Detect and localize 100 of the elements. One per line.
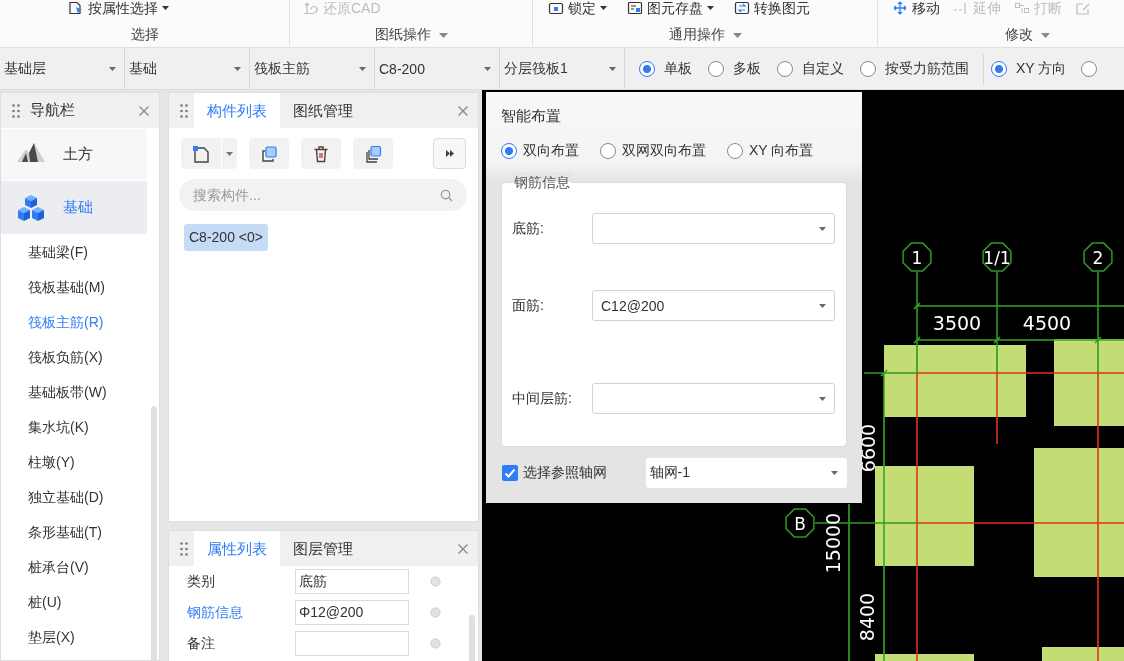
checkbox-label[interactable]: 选择参照轴网 [523, 464, 646, 482]
foundation-block[interactable] [1042, 647, 1124, 661]
more-button[interactable] [433, 138, 466, 169]
dropdown-button[interactable] [222, 138, 237, 169]
tab[interactable]: 构件列表 [194, 93, 280, 128]
tab[interactable]: 图层管理 [280, 531, 366, 566]
close-button[interactable] [458, 544, 468, 554]
foundation-block[interactable] [875, 466, 974, 566]
scrollbar-thumb[interactable] [151, 406, 157, 660]
ribbon-group-label[interactable]: 图纸操作 [374, 26, 448, 44]
dropdown-field[interactable] [592, 213, 835, 244]
copy-to-button[interactable] [353, 138, 393, 169]
caret-icon [732, 32, 742, 38]
dropdown-field[interactable]: 基础层 [0, 48, 125, 89]
dimension-text: 3500 [932, 312, 982, 334]
radio-label[interactable]: 单板 [664, 59, 692, 78]
delete-button[interactable] [301, 138, 341, 169]
checkbox[interactable] [502, 465, 518, 481]
nav-item[interactable]: 独立基础(D) [1, 480, 159, 515]
radio-label[interactable]: 双网双向布置 [622, 142, 706, 160]
radio-button[interactable] [727, 143, 743, 159]
nav-item[interactable]: 基础板带(W) [1, 375, 159, 410]
property-value-field[interactable]: 底筋 [295, 569, 409, 594]
nav-item[interactable]: 桩承台(V) [1, 550, 159, 585]
ribbon-button[interactable]: 移动 [892, 0, 940, 16]
search-icon[interactable] [440, 189, 453, 202]
dropdown-field[interactable]: 基础 [125, 48, 250, 89]
radio-button[interactable] [991, 60, 1007, 77]
property-name: 备注 [187, 634, 216, 653]
nav-item[interactable]: 桩(U) [1, 585, 159, 620]
nav-item[interactable]: 筏板主筋(R) [1, 305, 159, 340]
ribbon-group-label[interactable]: 通用操作 [668, 26, 742, 44]
radio-button[interactable] [708, 60, 724, 77]
radio-button[interactable] [860, 60, 876, 77]
ribbon-button[interactable]: 按属性选择 [68, 0, 169, 16]
radio-button[interactable] [777, 60, 793, 77]
scrollbar-thumb[interactable] [469, 615, 475, 661]
radio-label[interactable]: 自定义 [802, 59, 844, 78]
nav-item[interactable]: 垫层(X) [1, 620, 159, 655]
radio-button[interactable] [600, 143, 616, 159]
dropdown-field[interactable]: 分层筏板1 [500, 48, 625, 89]
property-value-field[interactable] [295, 631, 409, 656]
radio-label[interactable]: XY 向布置 [749, 142, 814, 160]
radio-label[interactable]: 多板 [733, 59, 761, 78]
lock-icon [548, 1, 564, 15]
axis-line[interactable] [916, 271, 918, 661]
drag-handle-icon[interactable] [12, 103, 20, 118]
nav-item[interactable]: 集水坑(K) [1, 410, 159, 445]
ribbon-button[interactable]: 锁定 [548, 0, 607, 16]
caret-icon [234, 66, 241, 71]
ribbon-group-label[interactable]: 选择 [130, 26, 159, 44]
component-item[interactable]: C8-200 <0> [184, 224, 268, 251]
axis-line[interactable] [996, 271, 998, 445]
new-button[interactable] [181, 138, 221, 169]
copy-button[interactable] [249, 138, 289, 169]
radio-label[interactable]: 双向布置 [523, 142, 579, 160]
dropdown-field[interactable]: C8-200 [375, 48, 500, 89]
dropdown-field[interactable]: 轴网-1 [645, 458, 847, 488]
dropdown-field[interactable]: 筏板主筋 [250, 48, 375, 89]
tab[interactable]: 属性列表 [194, 531, 280, 566]
axis-bubble[interactable]: 1/1 [982, 242, 1012, 272]
nav-item[interactable]: 基础梁(F) [1, 235, 159, 270]
nav-item[interactable]: 条形基础(T) [1, 515, 159, 550]
field-label: 面筋: [512, 296, 545, 315]
axis-line[interactable] [1097, 271, 1099, 661]
caret-icon [819, 396, 826, 401]
close-button[interactable] [139, 106, 149, 116]
radio-button[interactable] [639, 60, 655, 77]
axis-line[interactable] [814, 522, 1124, 524]
restore-icon [303, 1, 319, 15]
nav-item[interactable]: 柱墩(Y) [1, 445, 159, 480]
category-item[interactable]: 土方 [1, 129, 147, 180]
close-button[interactable] [458, 106, 468, 116]
nav-item[interactable]: 筏板基础(M) [1, 270, 159, 305]
foundation-block[interactable] [1034, 448, 1124, 577]
ribbon-button[interactable]: 转换图元 [734, 0, 810, 16]
tab[interactable]: 图纸管理 [280, 93, 366, 128]
radio-label[interactable]: 按受力筋范围 [885, 59, 969, 78]
property-value-field[interactable]: Φ12@200 [295, 600, 409, 625]
category-item[interactable]: 基础 [1, 181, 147, 234]
radio-button[interactable] [501, 143, 517, 159]
drag-handle-icon[interactable] [180, 103, 188, 118]
move-icon [892, 1, 908, 15]
foundation-block[interactable] [884, 345, 1026, 417]
axis-line[interactable] [863, 372, 1124, 374]
ribbon-group-label[interactable]: 修改 [1005, 26, 1050, 44]
foundation-block[interactable] [875, 654, 974, 661]
foundation-block[interactable] [1054, 339, 1124, 426]
axis-bubble[interactable]: 1 [902, 242, 932, 272]
search-field[interactable]: 搜索构件... [179, 179, 467, 211]
field-label: 底筋: [512, 219, 545, 238]
radio-button[interactable] [1081, 60, 1098, 77]
axis-bubble[interactable]: 2 [1083, 242, 1113, 272]
dropdown-field[interactable] [592, 383, 835, 414]
ribbon-button[interactable]: 图元存盘 [627, 0, 714, 16]
radio-label[interactable]: XY 方向 [1016, 59, 1067, 78]
axis-bubble[interactable]: B [785, 508, 815, 538]
drag-handle-icon[interactable] [180, 541, 188, 556]
dropdown-field[interactable]: C12@200 [592, 290, 835, 321]
nav-item[interactable]: 筏板负筋(X) [1, 340, 159, 375]
